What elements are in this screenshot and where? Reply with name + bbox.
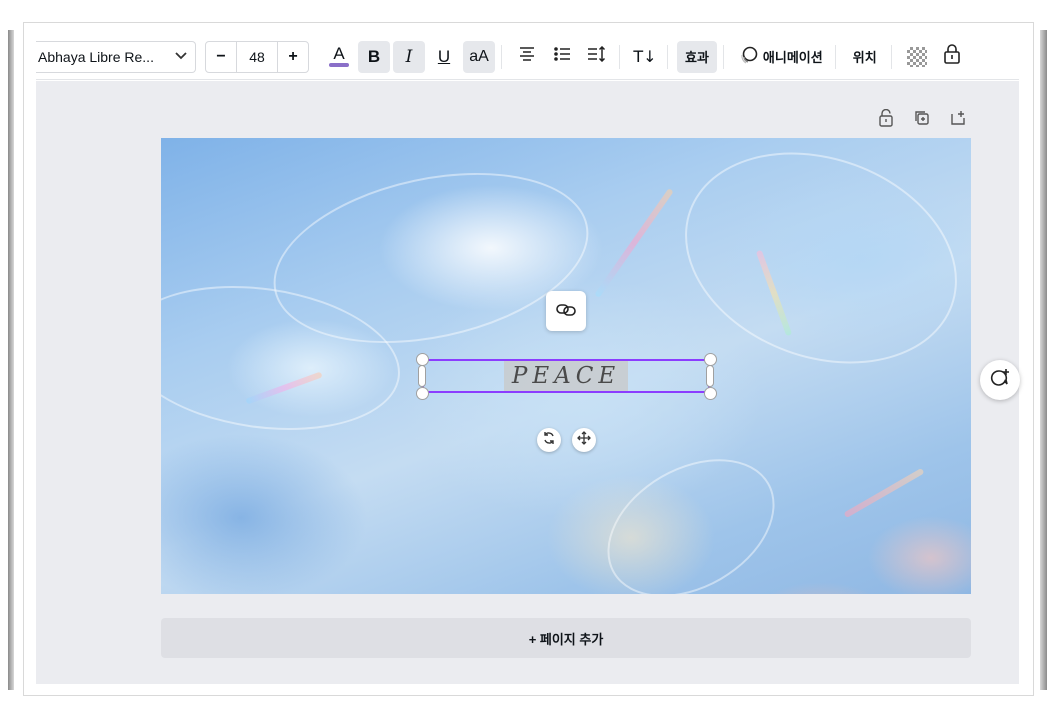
- animation-button[interactable]: 애니메이션: [733, 41, 829, 73]
- add-page-icon: [948, 108, 968, 128]
- lock-icon: [943, 44, 961, 69]
- move-button[interactable]: [572, 428, 596, 452]
- resize-handle-bottom-left[interactable]: [416, 387, 429, 400]
- link-button[interactable]: [546, 291, 586, 331]
- align-center-icon: [518, 46, 536, 67]
- increase-font-size-button[interactable]: +: [278, 42, 308, 72]
- rotate-icon: [542, 431, 556, 449]
- text-color-button[interactable]: A: [323, 41, 355, 73]
- page-tools: [876, 108, 968, 128]
- add-page-button[interactable]: + 페이지 추가: [161, 618, 971, 658]
- toolbar-divider: [667, 44, 668, 69]
- bold-button[interactable]: B: [358, 40, 390, 73]
- duplicate-page-icon: [912, 108, 932, 128]
- animation-label: 애니메이션: [762, 50, 823, 65]
- page-lock-button[interactable]: [876, 108, 896, 128]
- font-size-input[interactable]: 48: [236, 41, 278, 72]
- decrease-font-size-button[interactable]: −: [206, 42, 236, 72]
- text-spacing-icon: T↓: [633, 47, 657, 66]
- toolbar-divider: [722, 44, 724, 69]
- text-spacing-button[interactable]: T↓: [629, 41, 661, 73]
- water-ripple: [583, 431, 799, 594]
- rainbow-streak: [594, 188, 674, 298]
- underline-button[interactable]: U: [428, 41, 460, 73]
- chevron-down-icon: [175, 51, 187, 63]
- resize-handle-left[interactable]: [418, 365, 426, 387]
- bullet-list-icon: [553, 46, 571, 67]
- text-toolbar: Abhaya Libre Re... − 48 + A B I U aA T↓ …: [36, 34, 1019, 80]
- rotate-button[interactable]: [537, 428, 561, 452]
- toolbar-divider: [834, 44, 836, 69]
- font-size-stepper: − 48 +: [205, 40, 309, 73]
- move-icon: [577, 431, 591, 449]
- align-button[interactable]: [511, 41, 543, 73]
- add-comment-button[interactable]: [980, 360, 1020, 400]
- resize-handle-right[interactable]: [706, 365, 714, 387]
- text-color-swatch: [329, 63, 349, 67]
- add-page-icon-button[interactable]: [948, 108, 968, 128]
- add-comment-icon: [989, 367, 1011, 393]
- line-spacing-button[interactable]: [581, 41, 613, 73]
- canvas-text-element[interactable]: PEACE: [504, 361, 628, 391]
- frame-shadow-right: [1040, 30, 1047, 690]
- toolbar-divider: [619, 44, 620, 69]
- transparency-button[interactable]: [901, 41, 933, 73]
- toolbar-divider: [890, 44, 892, 69]
- font-family-select[interactable]: Abhaya Libre Re...: [36, 40, 196, 73]
- lock-icon: [876, 108, 896, 128]
- italic-button[interactable]: I: [393, 40, 425, 73]
- text-color-letter: A: [333, 44, 345, 63]
- effects-button[interactable]: 효과: [677, 40, 717, 73]
- animation-icon: [739, 45, 759, 68]
- lock-button[interactable]: [936, 41, 968, 73]
- resize-handle-bottom-right[interactable]: [704, 387, 717, 400]
- rainbow-streak: [843, 467, 925, 519]
- list-button[interactable]: [546, 41, 578, 73]
- duplicate-page-button[interactable]: [912, 108, 932, 128]
- line-spacing-icon: [587, 45, 607, 67]
- link-icon: [556, 302, 576, 321]
- toolbar-divider: [501, 44, 502, 69]
- position-button[interactable]: 위치: [845, 41, 885, 73]
- font-family-value: Abhaya Libre Re...: [38, 48, 154, 65]
- transparency-icon: [906, 46, 927, 67]
- frame-shadow-left: [8, 30, 14, 690]
- letter-case-button[interactable]: aA: [463, 40, 495, 73]
